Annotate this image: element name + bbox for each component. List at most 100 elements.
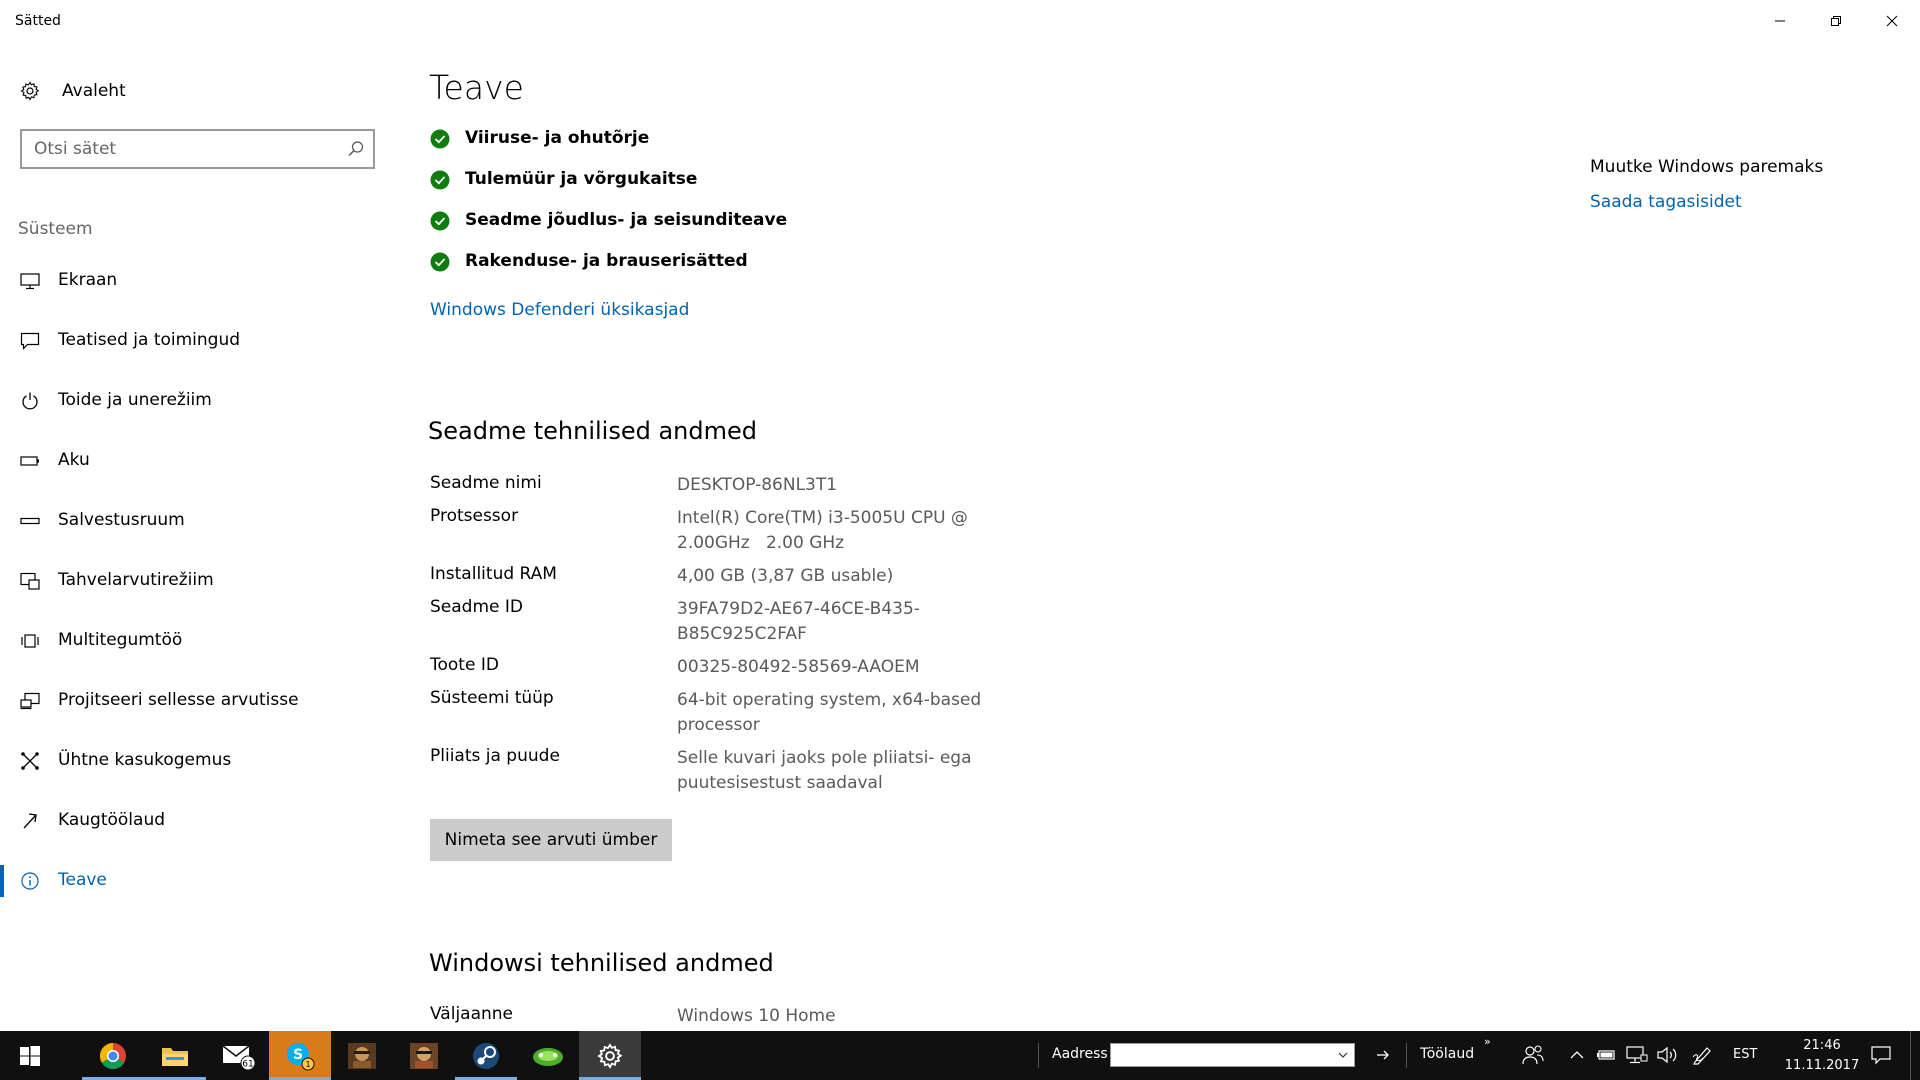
- taskbar-app-settings[interactable]: [579, 1031, 641, 1080]
- rename-pc-button[interactable]: Nimeta see arvuti ümber: [430, 819, 672, 861]
- check-icon: [430, 129, 450, 149]
- taskbar-app-mail[interactable]: 61: [207, 1031, 269, 1080]
- tray-network[interactable]: [1624, 1043, 1650, 1067]
- remote-desktop-icon: [23, 813, 37, 829]
- taskbar-app-skype[interactable]: S 1: [269, 1031, 331, 1080]
- shared-experiences-icon: [21, 752, 39, 770]
- clock[interactable]: 21:46 11.11.2017: [1780, 1036, 1864, 1076]
- taskbar-app-chrome[interactable]: [82, 1031, 144, 1080]
- pen-icon: [1692, 1047, 1711, 1065]
- action-center-button[interactable]: [1866, 1043, 1896, 1067]
- address-go-button[interactable]: [1372, 1043, 1394, 1067]
- battery-icon: [20, 456, 39, 466]
- defender-details-link[interactable]: Windows Defenderi üksikasjad: [430, 300, 689, 320]
- monitor-icon: [20, 273, 40, 290]
- improve-windows-title: Muutke Windows paremaks: [1590, 157, 1824, 177]
- svg-text:S: S: [293, 1047, 303, 1063]
- sidebar-item-display[interactable]: Ekraan: [0, 261, 390, 301]
- taskbar-app-explorer[interactable]: [144, 1031, 206, 1080]
- toolbar-divider: [1406, 1043, 1407, 1068]
- page-title: Teave: [429, 68, 524, 107]
- clock-time: 21:46: [1803, 1038, 1841, 1053]
- sidebar-item-remote-desktop[interactable]: Kaugtöölaud: [0, 801, 390, 841]
- sidebar-item-tablet-mode[interactable]: Tahvelarvutirežiim: [0, 561, 390, 601]
- tray-pen-workspace[interactable]: [1690, 1043, 1716, 1067]
- storage-icon: [20, 517, 40, 525]
- address-toolbar-label: Aadress: [1052, 1046, 1108, 1062]
- search-box[interactable]: [20, 129, 375, 169]
- sidebar-item-project[interactable]: Projitseeri sellesse arvutisse: [0, 681, 390, 721]
- restore-button[interactable]: [1808, 0, 1864, 42]
- sidebar-item-label: Salvestusruum: [58, 510, 185, 530]
- spec-value: 4,00 GB (3,87 GB usable): [677, 566, 894, 586]
- game-icon-3: [533, 1047, 563, 1066]
- taskbar-app-game-3[interactable]: [517, 1031, 579, 1080]
- home-link[interactable]: Avaleht: [20, 78, 126, 104]
- show-desktop-button[interactable]: [1910, 1031, 1911, 1080]
- status-label: Viiruse- ja ohutõrje: [465, 128, 650, 148]
- sidebar-item-label: Multitegumtöö: [58, 630, 183, 650]
- search-icon[interactable]: [347, 140, 365, 158]
- windows-specs-heading: Windowsi tehnilised andmed: [429, 949, 774, 977]
- home-label: Avaleht: [62, 81, 126, 101]
- network-icon: [1626, 1046, 1648, 1064]
- spec-value: 39FA79D2-AE67-46CE-B435-B85C925C2FAF: [677, 599, 920, 644]
- sidebar-item-shared-experiences[interactable]: Ühtne kasukogemus: [0, 741, 390, 781]
- sidebar-item-label: Projitseeri sellesse arvutisse: [58, 690, 299, 710]
- file-explorer-icon: [162, 1047, 188, 1066]
- chevron-down-icon[interactable]: [1338, 1051, 1348, 1059]
- sidebar-item-label: Tahvelarvutirežiim: [58, 570, 214, 590]
- spec-value: Selle kuvari jaoks pole pliiatsi- ega pu…: [677, 748, 972, 793]
- taskbar-app-game-1[interactable]: [331, 1031, 393, 1080]
- multitasking-icon: [21, 634, 39, 648]
- toolbar-expand-icon[interactable]: »: [1484, 1035, 1491, 1048]
- power-icon: [22, 392, 38, 410]
- spec-value: Intel(R) Core(TM) i3-5005U CPU @ 2.00GHz…: [677, 508, 974, 553]
- close-button[interactable]: [1864, 0, 1920, 42]
- spec-label: Väljaanne: [430, 1004, 514, 1024]
- people-button[interactable]: [1520, 1043, 1546, 1067]
- sidebar-item-label: Ühtne kasukogemus: [58, 750, 232, 770]
- spec-value: 00325-80492-58569-AAOEM: [677, 657, 920, 677]
- start-button[interactable]: [0, 1031, 60, 1080]
- toolbar-divider: [1038, 1043, 1039, 1068]
- address-input[interactable]: [1115, 1045, 1334, 1067]
- minimize-button[interactable]: [1752, 0, 1808, 42]
- sidebar-item-multitasking[interactable]: Multitegumtöö: [0, 621, 390, 661]
- sidebar-item-label: Teave: [58, 870, 107, 890]
- sidebar-item-power[interactable]: Toide ja unerežiim: [0, 381, 390, 421]
- taskbar: 61 S 1 Aadress Töölaud » EST 21:46 11.11…: [0, 1031, 1920, 1080]
- spec-value: 64-bit operating system, x64-based proce…: [677, 690, 982, 735]
- address-bar[interactable]: [1110, 1043, 1355, 1067]
- game-icon-1: [348, 1042, 376, 1069]
- sidebar-item-notifications[interactable]: Teatised ja toimingud: [0, 321, 390, 361]
- check-icon: [430, 211, 450, 231]
- gear-icon: [20, 81, 40, 101]
- sidebar-item-label: Aku: [58, 450, 90, 470]
- check-icon: [430, 170, 450, 190]
- spec-label: Pliiats ja puude: [430, 746, 560, 766]
- search-input[interactable]: [34, 138, 334, 160]
- sidebar-item-storage[interactable]: Salvestusruum: [0, 501, 390, 541]
- clock-date: 11.11.2017: [1784, 1058, 1860, 1073]
- windows-logo-icon: [20, 1045, 40, 1066]
- sidebar-item-battery[interactable]: Aku: [0, 441, 390, 481]
- section-label: Süsteem: [18, 219, 93, 239]
- taskbar-app-steam[interactable]: [455, 1031, 517, 1080]
- sidebar-item-about[interactable]: Teave: [0, 861, 390, 901]
- arrow-right-icon: [1377, 1050, 1389, 1060]
- speaker-icon: [1657, 1046, 1677, 1064]
- show-hidden-icons-button[interactable]: [1564, 1043, 1590, 1067]
- input-language[interactable]: EST: [1733, 1047, 1757, 1062]
- game-icon-2: [410, 1042, 438, 1069]
- status-item: Viiruse- ja ohutõrje: [430, 124, 649, 154]
- tray-volume[interactable]: [1654, 1043, 1680, 1067]
- tablet-mode-icon: [20, 572, 40, 590]
- taskbar-app-game-2[interactable]: [393, 1031, 455, 1080]
- sidebar-item-label: Toide ja unerežiim: [58, 390, 212, 410]
- feedback-link[interactable]: Saada tagasisidet: [1590, 192, 1742, 212]
- desktop-toolbar-label[interactable]: Töölaud: [1420, 1046, 1474, 1062]
- tray-battery[interactable]: [1594, 1043, 1620, 1067]
- sidebar-item-label: Kaugtöölaud: [58, 810, 166, 830]
- spec-label: Installitud RAM: [430, 564, 557, 584]
